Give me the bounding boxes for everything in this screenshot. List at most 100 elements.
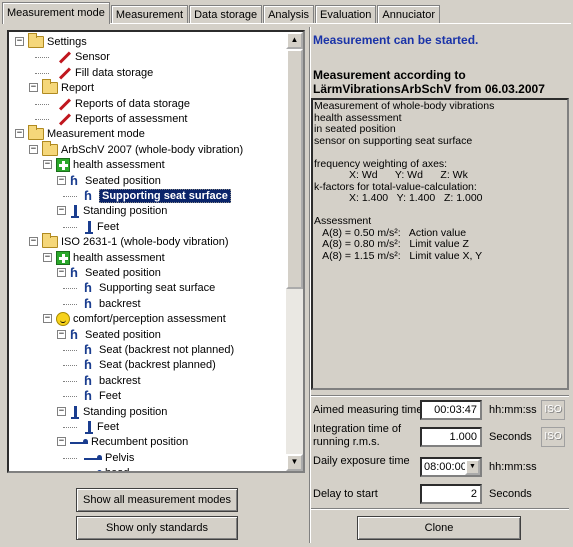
tree-item-label: Seat (backrest planned)	[99, 359, 216, 372]
tree-connector	[63, 226, 77, 228]
tab-data-storage[interactable]: Data storage	[189, 5, 263, 24]
collapse-toggle-icon[interactable]: −	[15, 129, 24, 139]
collapse-toggle-icon[interactable]: −	[29, 83, 38, 93]
delay-field[interactable]: 2	[420, 484, 482, 504]
seated-person-icon: ɦ	[84, 342, 92, 358]
folder-icon	[28, 33, 44, 49]
tree-item[interactable]: ɦ backrest	[84, 373, 141, 389]
tree-item-label: Seat (backrest not planned)	[99, 344, 235, 356]
tree-item[interactable]: ɦ Seat (backrest planned)	[84, 357, 216, 373]
tree-item[interactable]: Settings	[28, 33, 87, 50]
tree-connector	[63, 365, 77, 367]
tree-item[interactable]: ArbSchV 2007 (whole-body vibration)	[42, 140, 243, 158]
tree-item[interactable]: Feet	[84, 219, 119, 235]
tree-item[interactable]: head	[84, 465, 129, 471]
tree-item[interactable]: Sensor	[56, 49, 110, 65]
tab-bar: Measurement mode Measurement Data storag…	[2, 2, 441, 24]
tree-connector	[63, 457, 77, 459]
tree-connector	[63, 380, 77, 382]
collapse-toggle-icon[interactable]: −	[43, 314, 52, 324]
tree-item[interactable]: Report	[42, 79, 94, 96]
collapse-toggle-icon[interactable]: −	[57, 406, 66, 416]
tree-item-label: Standing position	[83, 405, 168, 418]
tree-scrollbar[interactable]: ▲ ▼	[286, 32, 303, 471]
integration-time-field[interactable]: 1.000	[420, 427, 482, 447]
show-all-modes-button[interactable]: Show all measurement modes	[76, 488, 238, 512]
tree-item-label: head	[105, 467, 129, 471]
tree-item[interactable]: ɦ backrest	[84, 296, 141, 312]
tree-item[interactable]: ɦ Supporting seat surface	[84, 280, 215, 296]
tree-connector	[35, 57, 49, 59]
aimed-iso-button[interactable]: ISO	[541, 400, 565, 420]
health-cross-icon	[56, 158, 70, 173]
scrollbar-thumb[interactable]	[286, 49, 303, 289]
tree-item[interactable]: Recumbent position	[70, 434, 188, 450]
tree-item[interactable]: health assessment	[56, 250, 165, 266]
chevron-down-icon[interactable]: ▼	[465, 459, 480, 475]
measurement-heading: Measurement according to LärmVibrationsA…	[313, 68, 545, 96]
tab-annuciator[interactable]: Annuciator	[377, 5, 441, 24]
tree-item[interactable]: Standing position	[70, 203, 167, 219]
tree-item[interactable]: ɦ Feet	[84, 388, 121, 404]
show-only-standards-button[interactable]: Show only standards	[76, 516, 238, 540]
scroll-up-icon[interactable]: ▲	[286, 32, 303, 49]
collapse-toggle-icon[interactable]: −	[29, 144, 38, 154]
collapse-toggle-icon[interactable]: −	[57, 175, 66, 185]
tab-measurement-mode[interactable]: Measurement mode	[2, 2, 110, 24]
tree-item[interactable]: ɦ Seated position	[70, 327, 161, 343]
tree-item-label: Seated position	[85, 267, 161, 279]
collapse-toggle-icon[interactable]: −	[57, 329, 66, 339]
tree-item[interactable]: comfort/perception assessment	[56, 311, 226, 327]
tree-item[interactable]: ɦ Supporting seat surface	[84, 188, 231, 204]
integration-label-line-2: running r.m.s.	[313, 436, 380, 448]
tab-evaluation[interactable]: Evaluation	[315, 5, 377, 24]
tree-connector	[63, 196, 77, 197]
collapse-toggle-icon[interactable]: −	[57, 206, 66, 216]
tree-item-label: Supporting seat surface	[99, 189, 231, 203]
tree-item-label: backrest	[99, 297, 141, 310]
tree-item[interactable]: ɦ Seated position	[70, 173, 161, 189]
pencil-icon	[56, 97, 72, 111]
tree-item[interactable]: Feet	[84, 419, 119, 435]
tree-item[interactable]: Pelvis	[84, 450, 134, 466]
integration-time-label: Integration time of running r.m.s.	[313, 423, 401, 449]
seated-person-icon: ɦ	[84, 188, 92, 204]
tree-item-label: Pelvis	[105, 451, 135, 464]
tree-item-label: Reports of data storage	[75, 97, 190, 110]
tree-item[interactable]: Standing position	[70, 404, 167, 420]
tree-item[interactable]: Reports of data storage	[56, 96, 190, 112]
tree-connector	[35, 103, 49, 105]
collapse-toggle-icon[interactable]: −	[29, 237, 38, 247]
collapse-toggle-icon[interactable]: −	[57, 437, 66, 447]
tree-item[interactable]: ɦ Seated position	[70, 265, 161, 281]
collapse-toggle-icon[interactable]: −	[43, 252, 52, 262]
collapse-toggle-icon[interactable]: −	[15, 37, 24, 46]
collapse-toggle-icon[interactable]: −	[43, 160, 52, 170]
tab-analysis[interactable]: Analysis	[263, 5, 315, 24]
recumbent-person-icon	[84, 468, 102, 471]
measurement-mode-tree[interactable]: − Settings Sensor Fill data storage − Report R…	[7, 30, 305, 473]
delay-unit: Seconds	[489, 488, 532, 500]
integration-iso-button[interactable]: ISO	[541, 427, 565, 447]
recumbent-person-icon	[84, 453, 102, 463]
seated-person-icon: ɦ	[84, 295, 92, 311]
tree-connector	[63, 427, 77, 428]
standing-person-icon	[84, 420, 94, 435]
aimed-time-field[interactable]: 00:03:47	[420, 400, 482, 420]
tree-item[interactable]: health assessment	[56, 157, 165, 173]
tree-item[interactable]: ISO 2631-1 (whole-body vibration)	[42, 233, 229, 250]
tree-item[interactable]: Reports of assessment	[56, 111, 188, 127]
folder-icon	[42, 79, 58, 95]
tree-content: − Settings Sensor Fill data storage − Report R…	[9, 32, 285, 471]
health-cross-icon	[56, 250, 70, 265]
clone-button[interactable]: Clone	[357, 516, 521, 540]
integration-label-line-1: Integration time of	[313, 423, 402, 435]
delay-label: Delay to start	[313, 488, 378, 500]
tree-item[interactable]: Fill data storage	[56, 65, 153, 81]
seated-person-icon: ɦ	[70, 326, 78, 342]
scroll-down-icon[interactable]: ▼	[286, 454, 303, 471]
tab-measurement[interactable]: Measurement	[110, 5, 189, 24]
daily-exposure-select[interactable]: 08:00:00 ▼	[420, 457, 482, 477]
collapse-toggle-icon[interactable]: −	[57, 268, 66, 277]
tree-item[interactable]: ɦ Seat (backrest not planned)	[84, 342, 234, 358]
